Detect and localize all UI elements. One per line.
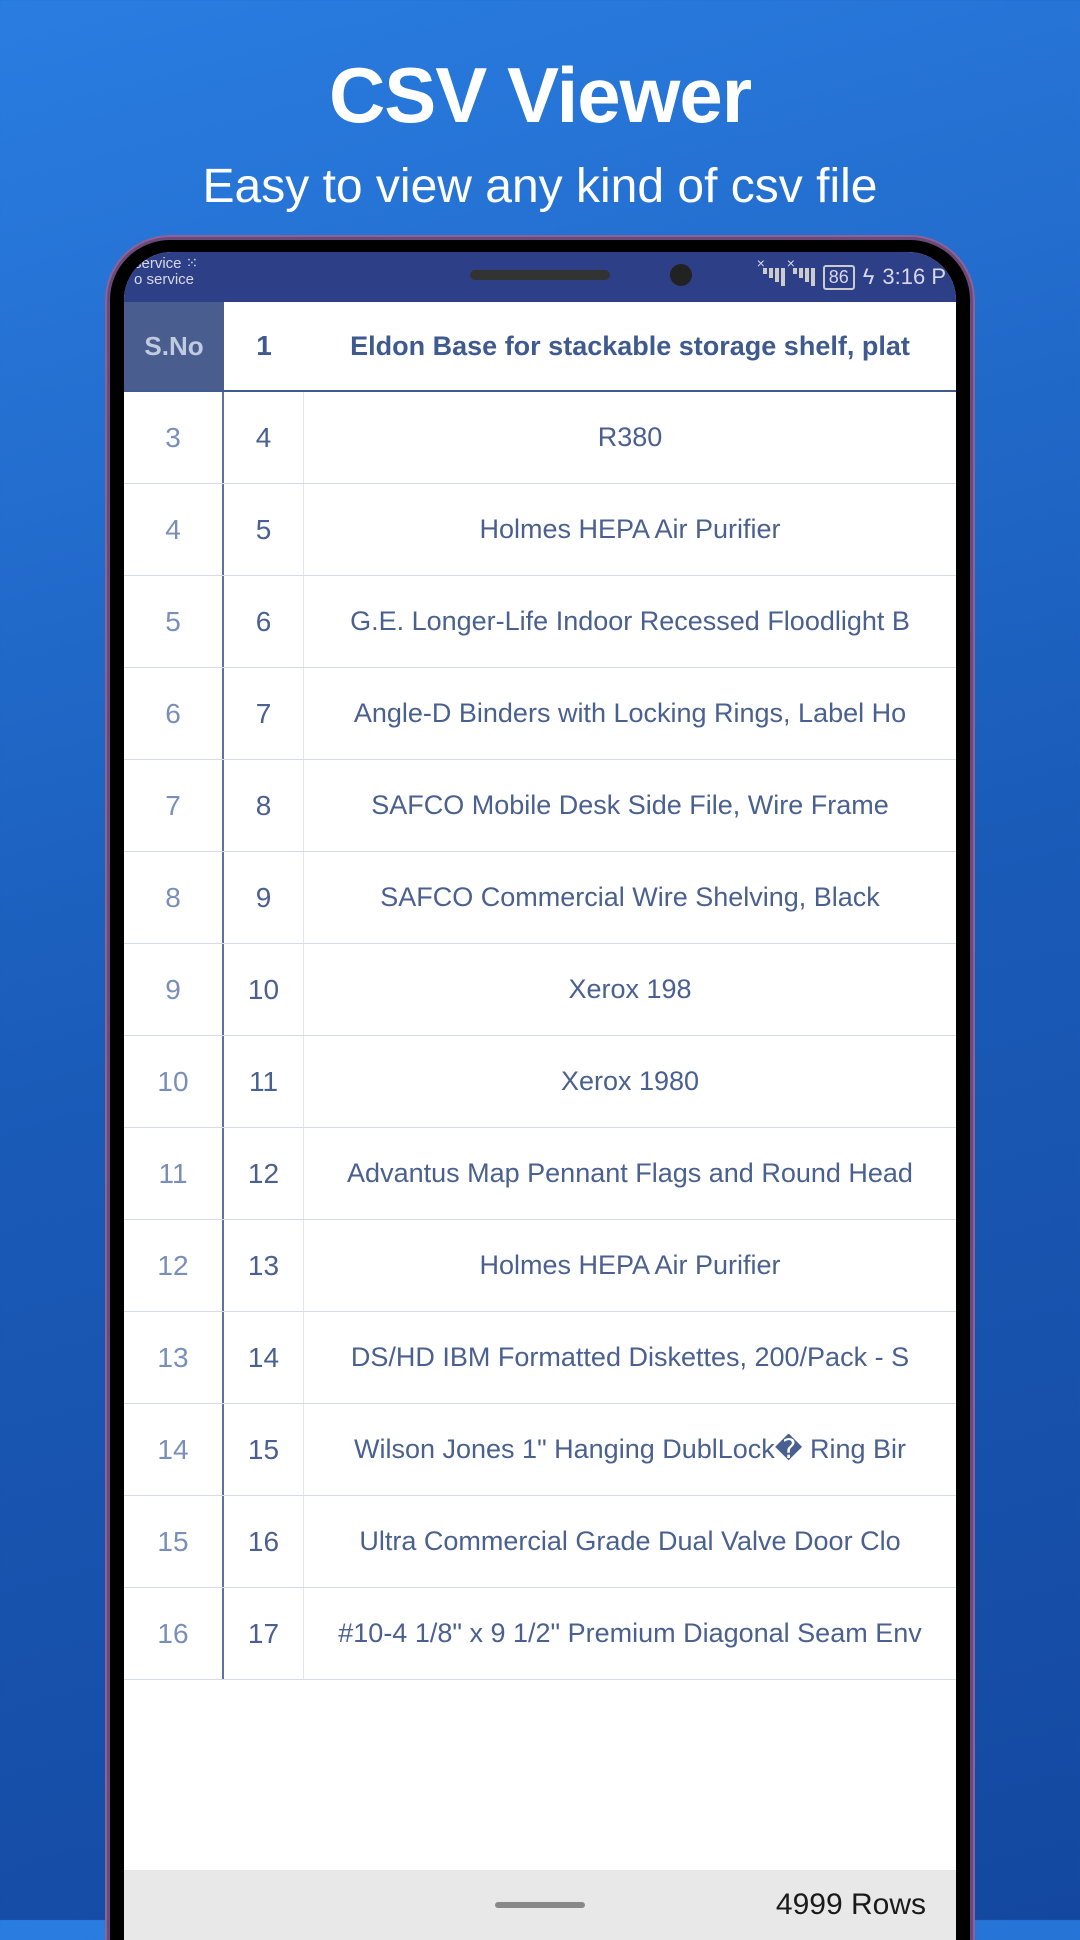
csv-table[interactable]: S.No 1 Eldon Base for stackable storage … bbox=[124, 302, 956, 1680]
promo-subtitle: Easy to view any kind of csv file bbox=[0, 159, 1080, 214]
statusbar-service: service ⁙ o service bbox=[134, 256, 198, 288]
cell-sno: 16 bbox=[124, 1588, 224, 1679]
cell-col2: Xerox 1980 bbox=[304, 1066, 956, 1097]
promo-header: CSV Viewer Easy to view any kind of csv … bbox=[0, 0, 1080, 214]
footer-bar: 4999 Rows bbox=[124, 1870, 956, 1940]
cell-sno: 12 bbox=[124, 1220, 224, 1311]
table-row[interactable]: 1516Ultra Commercial Grade Dual Valve Do… bbox=[124, 1496, 956, 1588]
table-row[interactable]: 56G.E. Longer-Life Indoor Recessed Flood… bbox=[124, 576, 956, 668]
cell-col2: SAFCO Commercial Wire Shelving, Black bbox=[304, 882, 956, 913]
cell-col2: #10-4 1/8" x 9 1/2" Premium Diagonal Sea… bbox=[304, 1618, 956, 1649]
cell-sno: 15 bbox=[124, 1496, 224, 1587]
table-row[interactable]: 89SAFCO Commercial Wire Shelving, Black bbox=[124, 852, 956, 944]
cell-col1: 5 bbox=[224, 484, 304, 575]
cell-col1: 8 bbox=[224, 760, 304, 851]
cell-sno: 13 bbox=[124, 1312, 224, 1403]
table-row[interactable]: 910Xerox 198 bbox=[124, 944, 956, 1036]
header-col1: 1 bbox=[224, 330, 304, 362]
signal-icon: × bbox=[763, 268, 785, 286]
cell-col2: G.E. Longer-Life Indoor Recessed Floodli… bbox=[304, 606, 956, 637]
cell-col2: Ultra Commercial Grade Dual Valve Door C… bbox=[304, 1526, 956, 1557]
cell-col2: Xerox 198 bbox=[304, 974, 956, 1005]
cell-sno: 9 bbox=[124, 944, 224, 1035]
table-header-row: S.No 1 Eldon Base for stackable storage … bbox=[124, 302, 956, 392]
cell-col2: Advantus Map Pennant Flags and Round Hea… bbox=[304, 1158, 956, 1189]
cell-col2: R380 bbox=[304, 422, 956, 453]
table-row[interactable]: 1617#10-4 1/8" x 9 1/2" Premium Diagonal… bbox=[124, 1588, 956, 1680]
cell-sno: 10 bbox=[124, 1036, 224, 1127]
table-row[interactable]: 1112Advantus Map Pennant Flags and Round… bbox=[124, 1128, 956, 1220]
table-row[interactable]: 1314DS/HD IBM Formatted Diskettes, 200/P… bbox=[124, 1312, 956, 1404]
charging-icon: ϟ bbox=[863, 264, 875, 290]
cell-col1: 4 bbox=[224, 392, 304, 483]
phone-frame: service ⁙ o service × × 86 ϟ 3:16 P S.No bbox=[110, 240, 970, 1940]
statusbar-time: 3:16 P bbox=[882, 264, 946, 290]
cell-sno: 11 bbox=[124, 1128, 224, 1219]
cell-col2: DS/HD IBM Formatted Diskettes, 200/Pack … bbox=[304, 1342, 956, 1373]
service-label-bottom: o service bbox=[134, 271, 194, 288]
table-row[interactable]: 34R380 bbox=[124, 392, 956, 484]
cell-col2: Holmes HEPA Air Purifier bbox=[304, 1250, 956, 1281]
table-row[interactable]: 78SAFCO Mobile Desk Side File, Wire Fram… bbox=[124, 760, 956, 852]
phone-camera bbox=[670, 264, 692, 286]
cell-sno: 14 bbox=[124, 1404, 224, 1495]
cell-col2: Angle-D Binders with Locking Rings, Labe… bbox=[304, 698, 956, 729]
cell-col1: 15 bbox=[224, 1404, 304, 1495]
cell-col1: 11 bbox=[224, 1036, 304, 1127]
table-row[interactable]: 1415Wilson Jones 1" Hanging DublLock� Ri… bbox=[124, 1404, 956, 1496]
row-count-label: 4999 Rows bbox=[776, 1888, 926, 1922]
cell-col1: 6 bbox=[224, 576, 304, 667]
table-row[interactable]: 67Angle-D Binders with Locking Rings, La… bbox=[124, 668, 956, 760]
cell-col1: 9 bbox=[224, 852, 304, 943]
cell-col1: 10 bbox=[224, 944, 304, 1035]
drag-handle-icon[interactable] bbox=[495, 1902, 585, 1908]
cell-sno: 8 bbox=[124, 852, 224, 943]
battery-icon: 86 bbox=[823, 265, 855, 290]
cell-col1: 16 bbox=[224, 1496, 304, 1587]
phone-screen: service ⁙ o service × × 86 ϟ 3:16 P S.No bbox=[124, 252, 956, 1940]
service-label-top: service bbox=[134, 255, 182, 272]
table-row[interactable]: 45Holmes HEPA Air Purifier bbox=[124, 484, 956, 576]
header-col2: Eldon Base for stackable storage shelf, … bbox=[304, 331, 956, 362]
table-row[interactable]: 1011Xerox 1980 bbox=[124, 1036, 956, 1128]
phone-speaker bbox=[470, 270, 610, 280]
cell-col2: Wilson Jones 1" Hanging DublLock� Ring B… bbox=[304, 1434, 956, 1465]
cell-sno: 7 bbox=[124, 760, 224, 851]
cell-sno: 3 bbox=[124, 392, 224, 483]
cell-col2: Holmes HEPA Air Purifier bbox=[304, 514, 956, 545]
cell-col1: 17 bbox=[224, 1588, 304, 1679]
cell-sno: 5 bbox=[124, 576, 224, 667]
promo-title: CSV Viewer bbox=[0, 50, 1080, 141]
cell-sno: 6 bbox=[124, 668, 224, 759]
cell-col1: 12 bbox=[224, 1128, 304, 1219]
cell-col2: SAFCO Mobile Desk Side File, Wire Frame bbox=[304, 790, 956, 821]
statusbar-right: × × 86 ϟ 3:16 P bbox=[763, 264, 946, 290]
signal-icon: × bbox=[793, 268, 815, 286]
cell-col1: 13 bbox=[224, 1220, 304, 1311]
cell-sno: 4 bbox=[124, 484, 224, 575]
cell-col1: 14 bbox=[224, 1312, 304, 1403]
cell-col1: 7 bbox=[224, 668, 304, 759]
header-sno: S.No bbox=[124, 302, 224, 390]
table-row[interactable]: 1213Holmes HEPA Air Purifier bbox=[124, 1220, 956, 1312]
